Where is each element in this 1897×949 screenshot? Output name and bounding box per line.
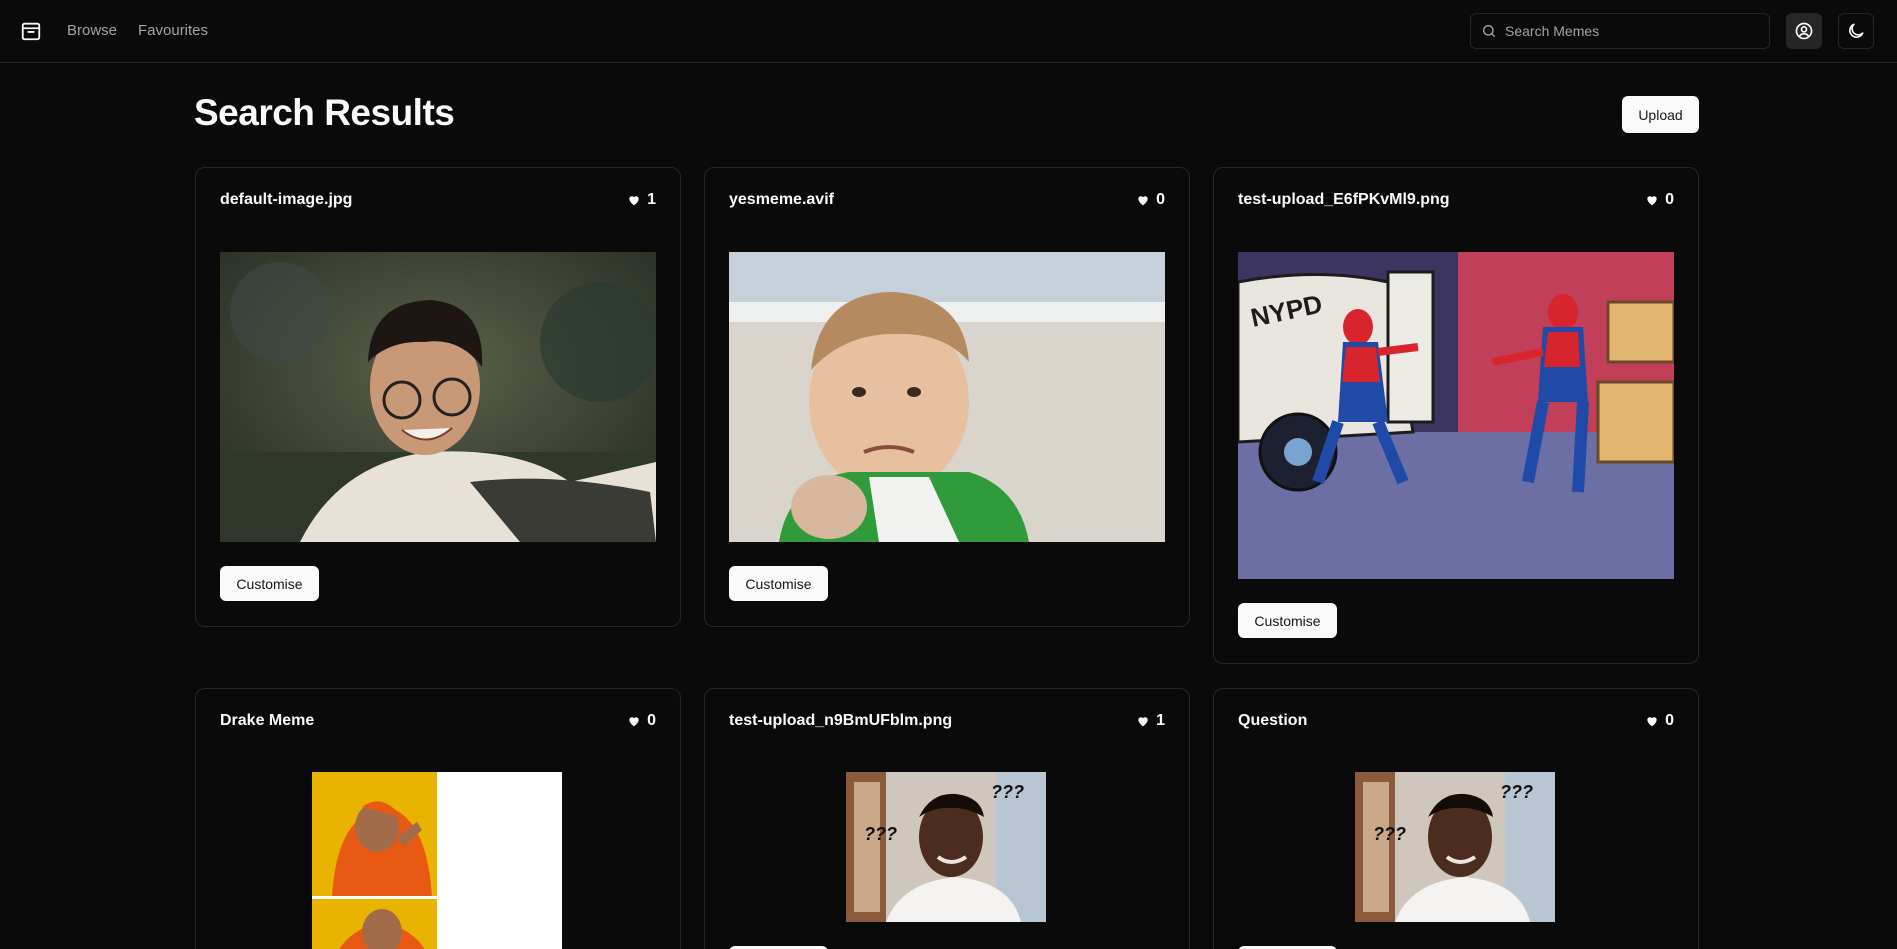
meme-title: default-image.jpg bbox=[220, 191, 353, 208]
upload-button[interactable]: Upload bbox=[1622, 96, 1699, 133]
heart-icon bbox=[629, 196, 639, 206]
customise-button[interactable]: Customise bbox=[729, 566, 828, 601]
meme-title: test-upload_E6fPKvMl9.png bbox=[1238, 191, 1450, 208]
meme-caption-left: ??? bbox=[1373, 824, 1406, 844]
meme-image[interactable]: ??? ??? bbox=[846, 772, 1046, 922]
like-count[interactable]: 0 bbox=[1645, 191, 1674, 209]
meme-image[interactable]: NYPD bbox=[1238, 252, 1674, 579]
meme-card: Drake Meme 0 bbox=[195, 688, 681, 949]
customise-button[interactable]: Customise bbox=[1238, 603, 1337, 638]
search-input[interactable] bbox=[1505, 23, 1755, 39]
meme-card: test-upload_E6fPKvMl9.png 0 NYPD Customi… bbox=[1213, 167, 1699, 664]
search-icon bbox=[1483, 25, 1495, 37]
search-box[interactable] bbox=[1470, 13, 1770, 49]
user-circle-icon bbox=[1795, 22, 1813, 40]
customise-button[interactable]: Customise bbox=[220, 566, 319, 601]
meme-title: yesmeme.avif bbox=[729, 191, 834, 208]
meme-caption-left: ??? bbox=[864, 824, 897, 844]
meme-caption-right: ??? bbox=[991, 782, 1024, 802]
like-count[interactable]: 1 bbox=[1136, 712, 1165, 730]
heart-icon bbox=[629, 717, 639, 727]
meme-title: Drake Meme bbox=[220, 712, 315, 729]
page-title: Search Results bbox=[194, 92, 455, 133]
heart-icon bbox=[1647, 196, 1657, 206]
like-count-value: 0 bbox=[1156, 191, 1165, 208]
heart-icon bbox=[1138, 717, 1148, 727]
like-count-value: 0 bbox=[1665, 191, 1674, 208]
like-count[interactable]: 0 bbox=[627, 712, 656, 730]
meme-title: test-upload_n9BmUFblm.png bbox=[729, 712, 953, 729]
meme-title: Question bbox=[1238, 712, 1308, 729]
package-logo-icon[interactable] bbox=[20, 20, 42, 42]
heart-icon bbox=[1138, 196, 1148, 206]
meme-card: yesmeme.avif 0 Customise bbox=[704, 167, 1190, 627]
theme-toggle-button[interactable] bbox=[1838, 13, 1874, 49]
like-count-value: 1 bbox=[1156, 712, 1165, 729]
nav-favourites-link[interactable]: Favourites bbox=[138, 22, 208, 39]
like-count[interactable]: 1 bbox=[627, 191, 656, 209]
like-count[interactable]: 0 bbox=[1136, 191, 1165, 209]
like-count-value: 0 bbox=[1665, 712, 1674, 729]
meme-image[interactable]: ??? ??? bbox=[1355, 772, 1555, 922]
like-count[interactable]: 0 bbox=[1645, 712, 1674, 730]
meme-image[interactable] bbox=[220, 252, 656, 542]
like-count-value: 0 bbox=[647, 712, 656, 729]
meme-image[interactable] bbox=[729, 252, 1165, 542]
nav-browse-link[interactable]: Browse bbox=[67, 22, 117, 39]
top-navbar: Browse Favourites bbox=[0, 0, 1897, 63]
meme-image[interactable] bbox=[312, 772, 562, 949]
meme-card: test-upload_n9BmUFblm.png 1 ??? ??? bbox=[704, 688, 1190, 949]
meme-card: default-image.jpg 1 Customise bbox=[195, 167, 681, 627]
like-count-value: 1 bbox=[647, 191, 656, 208]
heart-icon bbox=[1647, 717, 1657, 727]
meme-card: Question 0 ??? ??? bbox=[1213, 688, 1699, 949]
meme-caption-right: ??? bbox=[1500, 782, 1533, 802]
moon-icon bbox=[1849, 23, 1864, 38]
user-account-button[interactable] bbox=[1786, 13, 1822, 49]
